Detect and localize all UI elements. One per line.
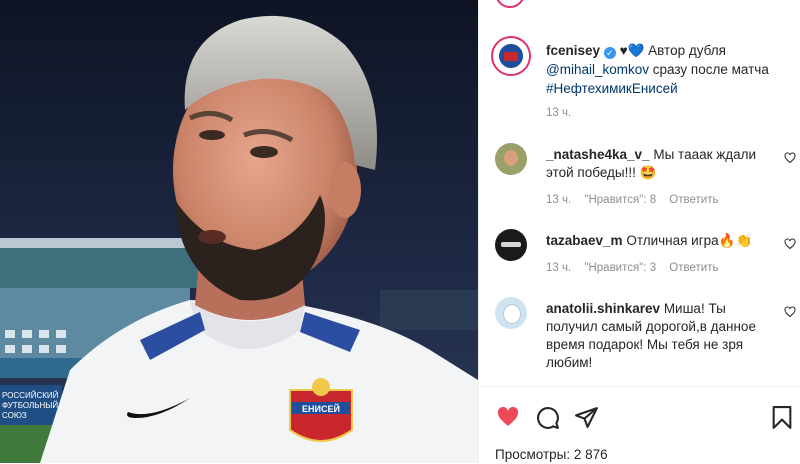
post-video[interactable]: РОССИЙСКИЙ ФУТБОЛЬНЫЙ СОЮЗ ЕНИСЕЙ: [0, 0, 478, 463]
club-logo-icon: [499, 44, 523, 68]
commenter-avatar[interactable]: [495, 297, 527, 329]
comment-username[interactable]: _natashe4ka_v_: [546, 147, 650, 162]
caption-hearts: ♥💙: [619, 43, 645, 58]
author-username[interactable]: fcenisey: [546, 43, 600, 58]
mention-link[interactable]: @mihail_komkov: [546, 62, 649, 77]
comment-like-icon[interactable]: [784, 152, 796, 164]
comment-icon[interactable]: [535, 405, 560, 430]
comment-like-icon[interactable]: [784, 306, 796, 318]
post-sidebar: fcenisey ✓ ♥💙 Автор дубля @mihail_komkov…: [478, 0, 800, 464]
commenter-avatar[interactable]: [495, 143, 527, 175]
caption-text-mid: сразу после матча: [652, 62, 769, 77]
commenter-avatar[interactable]: [495, 229, 527, 261]
banner-line: РОССИЙСКИЙ: [2, 391, 59, 400]
author-avatar[interactable]: [491, 36, 531, 76]
video-frame: РОССИЙСКИЙ ФУТБОЛЬНЫЙ СОЮЗ ЕНИСЕЙ: [0, 0, 478, 463]
caption-text: Автор дубля: [648, 43, 726, 58]
crest-text: ЕНИСЕЙ: [302, 403, 340, 414]
banner-line: СОЮЗ: [2, 411, 27, 420]
view-count[interactable]: Просмотры: 2 876: [495, 447, 608, 462]
comment-meta: 13 ч. "Нравится": 3 Ответить: [546, 262, 728, 274]
comment-text: Отличная игра🔥👏: [626, 233, 753, 248]
comment-like-icon[interactable]: [784, 238, 796, 250]
bookmark-icon[interactable]: [771, 405, 793, 430]
comment-username[interactable]: anatolii.shinkarev: [546, 301, 660, 316]
author-avatar-top[interactable]: [495, 0, 525, 8]
post-time: 13 ч.: [546, 107, 572, 119]
hashtag-link[interactable]: #НефтехимикЕнисей: [546, 81, 678, 96]
comment: anatolii.shinkarev Миша! Ты получил самы…: [546, 300, 772, 372]
comment: tazabaev_m Отличная игра🔥👏: [546, 232, 778, 250]
comment-likes[interactable]: "Нравится": 3: [584, 262, 656, 274]
banner-line: ФУТБОЛЬНЫЙ: [2, 401, 58, 410]
comment-likes[interactable]: "Нравится": 8: [584, 194, 656, 206]
comment-username[interactable]: tazabaev_m: [546, 233, 623, 248]
reply-button[interactable]: Ответить: [669, 194, 718, 206]
comment-time: 13 ч.: [546, 262, 572, 274]
comment-time: 13 ч.: [546, 194, 572, 206]
comment-meta: 13 ч. "Нравится": 8 Ответить: [546, 194, 728, 206]
post-actions: Просмотры: 2 876: [479, 386, 800, 464]
share-icon[interactable]: [574, 405, 599, 430]
post-caption: fcenisey ✓ ♥💙 Автор дубля @mihail_komkov…: [546, 41, 786, 98]
reply-button[interactable]: Ответить: [669, 262, 718, 274]
comment: _natashe4ka_v_ Мы тааак ждали этой побед…: [546, 146, 778, 182]
verified-badge-icon: ✓: [603, 47, 616, 59]
like-heart-icon[interactable]: [495, 405, 521, 429]
